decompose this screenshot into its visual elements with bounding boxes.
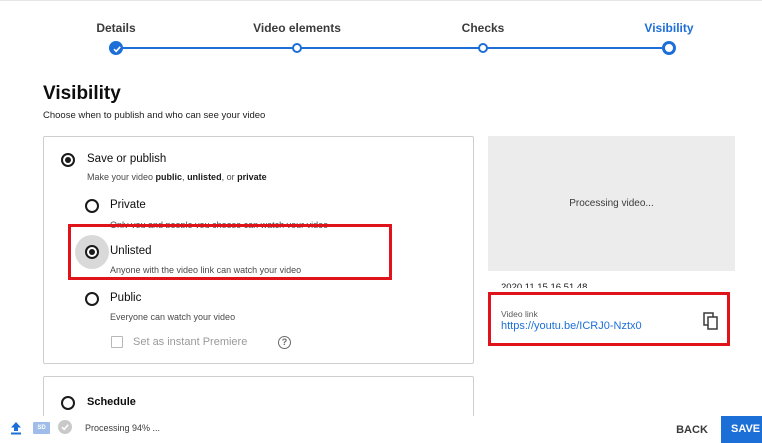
video-preview: Processing video... <box>488 136 735 271</box>
back-button[interactable]: BACK <box>670 420 714 440</box>
upload-icon[interactable] <box>10 421 22 435</box>
step-label-details[interactable]: Details <box>96 21 135 35</box>
help-icon[interactable]: ? <box>278 336 291 349</box>
premiere-label[interactable]: Set as instant Premiere <box>133 336 247 348</box>
processing-progress-text: Processing 94% ... <box>85 423 161 433</box>
save-or-publish-radio[interactable] <box>61 153 75 167</box>
video-file-name: 2020 11 15 16 51 48 <box>501 282 588 288</box>
step-dot-visibility[interactable] <box>662 41 676 55</box>
schedule-radio[interactable] <box>61 396 75 410</box>
processing-status: Processing video... <box>569 198 654 209</box>
save-or-publish-label[interactable]: Save or publish <box>87 153 166 165</box>
progress-stepper: Details Video elements Checks Visibility <box>0 0 762 70</box>
unlisted-highlight <box>68 224 392 280</box>
public-radio[interactable] <box>85 292 99 306</box>
step-dot-checks[interactable] <box>478 43 488 53</box>
desc-prefix: Make your video <box>87 172 156 182</box>
check-icon <box>61 424 69 431</box>
desc-public: public <box>155 172 183 182</box>
save-button[interactable]: SAVE <box>721 416 762 443</box>
sd-badge-icon: SD <box>33 422 50 434</box>
schedule-label[interactable]: Schedule <box>87 396 136 408</box>
step-label-visibility[interactable]: Visibility <box>644 21 693 35</box>
step-label-video-elements[interactable]: Video elements <box>253 21 341 35</box>
checks-status-icon <box>58 420 72 434</box>
private-radio[interactable] <box>85 199 99 213</box>
public-label[interactable]: Public <box>110 292 141 304</box>
step-dot-details[interactable] <box>109 41 123 55</box>
footer-bar: SD Processing 94% ... BACK SAVE <box>0 416 762 443</box>
desc-or: , or <box>221 172 238 182</box>
desc-private: private <box>237 172 267 182</box>
private-label[interactable]: Private <box>110 199 146 211</box>
step-label-checks[interactable]: Checks <box>462 21 505 35</box>
page-subtitle: Choose when to publish and who can see y… <box>43 110 266 121</box>
desc-unlisted: unlisted <box>187 172 222 182</box>
video-link-highlight <box>488 292 730 346</box>
check-icon <box>113 46 121 53</box>
stepper-track <box>116 47 669 49</box>
premiere-checkbox[interactable] <box>111 336 123 348</box>
save-or-publish-description: Make your video public, unlisted, or pri… <box>87 172 267 182</box>
public-description: Everyone can watch your video <box>110 312 236 322</box>
page-title: Visibility <box>43 83 121 104</box>
step-dot-video-elements[interactable] <box>292 43 302 53</box>
